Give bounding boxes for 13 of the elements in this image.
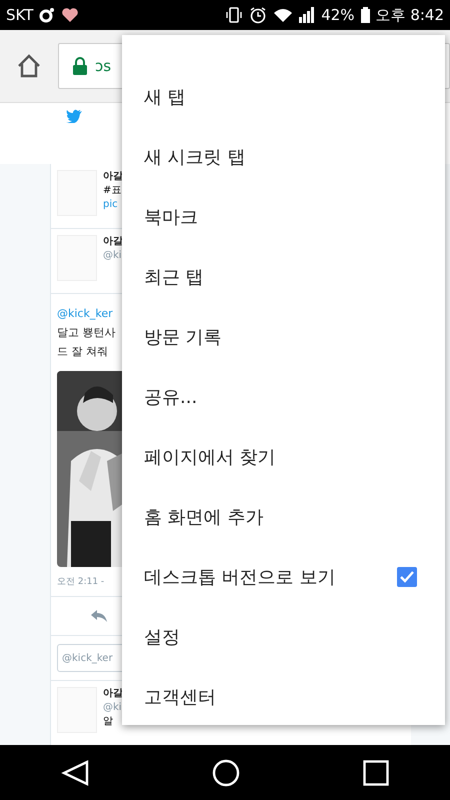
tweet-text: 드 잘 쳐줘	[57, 344, 108, 360]
clock: 오후 8:42	[376, 6, 444, 24]
tweet-text: 달고 뿅턴사	[57, 325, 116, 341]
tweet-author: 아갈	[103, 687, 123, 701]
battery-percent: 42%	[321, 6, 355, 24]
tweet-text: 알	[103, 715, 113, 729]
tweet-author: 아갈	[103, 170, 123, 184]
url-text: ɔs	[95, 57, 112, 75]
carrier-label: SKT	[6, 6, 34, 24]
tweet-handle: @ki	[103, 249, 122, 263]
tweet-author: 아갈	[103, 235, 123, 249]
tweet-handle: @ki	[103, 701, 122, 715]
tweet-text: #표	[103, 184, 122, 198]
